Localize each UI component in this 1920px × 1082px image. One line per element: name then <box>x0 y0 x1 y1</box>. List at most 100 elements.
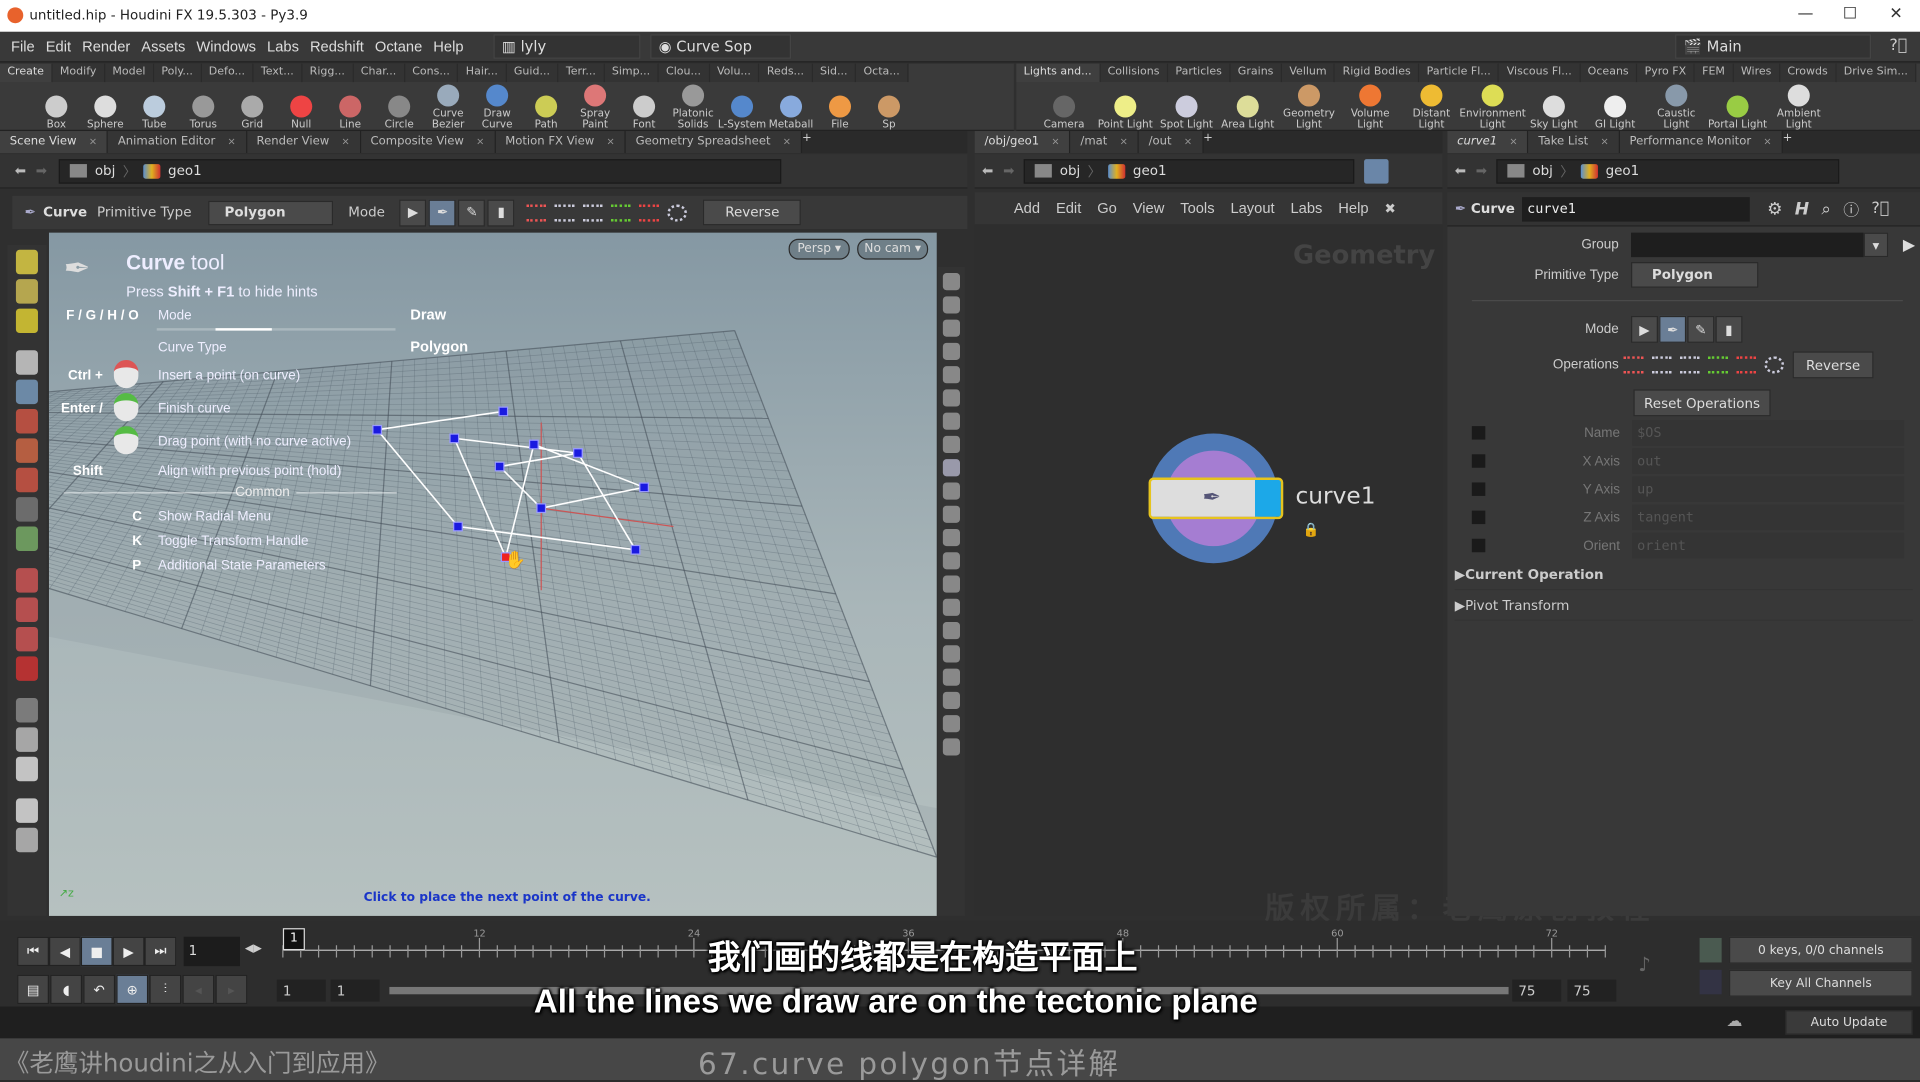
display-option-button[interactable] <box>942 715 961 733</box>
help-icon[interactable]: ?⃝ <box>1871 200 1889 218</box>
shelf-tool[interactable]: Point Light <box>1095 95 1156 132</box>
edit-mode-button[interactable]: ▮ <box>487 198 515 226</box>
attribute-toggle[interactable] <box>1471 454 1486 468</box>
pin-icon[interactable] <box>1364 158 1390 184</box>
attribute-field[interactable]: up <box>1632 476 1905 503</box>
attribute-field[interactable]: orient <box>1632 532 1905 559</box>
shelf-tab[interactable]: Char... <box>353 63 405 83</box>
curve-editor-icon[interactable] <box>1699 969 1722 995</box>
pane-tab[interactable]: /obj/geo1 × <box>974 131 1071 154</box>
shelf-tool[interactable]: Distant Light <box>1401 84 1462 131</box>
display-option-button[interactable] <box>942 389 961 407</box>
operation-icon[interactable] <box>583 203 603 222</box>
tool-button[interactable] <box>15 408 38 434</box>
tool-button[interactable] <box>15 350 38 375</box>
close-tab-icon[interactable]: × <box>342 131 350 153</box>
shelf-tab[interactable]: Octa... <box>856 63 909 83</box>
close-tab-icon[interactable]: × <box>783 131 791 153</box>
tool-button[interactable] <box>15 626 38 652</box>
display-option-button[interactable] <box>942 575 961 593</box>
shelf-tab[interactable]: Pyro FX <box>1637 63 1695 83</box>
reset-operations-button[interactable]: Reset Operations <box>1633 389 1771 417</box>
curve-point[interactable] <box>630 544 641 555</box>
tool-button[interactable] <box>15 756 38 782</box>
close-tab-icon[interactable]: × <box>476 131 484 153</box>
shelf-tool[interactable]: Sphere <box>81 95 130 132</box>
menu-redshift[interactable]: Redshift <box>310 38 364 55</box>
pane-tab[interactable]: Geometry Spreadsheet × <box>625 131 803 154</box>
operation-icon[interactable] <box>611 203 632 222</box>
display-option-button[interactable] <box>942 552 961 570</box>
operation-icon[interactable] <box>555 203 575 222</box>
reverse-button[interactable]: Reverse <box>703 199 802 226</box>
path-field[interactable]: obj 〉 geo1 <box>59 158 782 184</box>
shelf-tab[interactable]: Rigid Bodies <box>1335 63 1420 83</box>
path-field[interactable]: obj 〉 geo1 <box>1496 158 1840 184</box>
camera-menu[interactable]: No cam ▾ <box>857 238 929 260</box>
operation-icon[interactable] <box>526 203 547 222</box>
tool-button[interactable] <box>15 526 38 552</box>
shelf-tool[interactable]: Grid <box>228 95 277 132</box>
next-key-button[interactable]: ▸ <box>215 974 248 1005</box>
tool-button[interactable] <box>15 467 38 493</box>
menu-render[interactable]: Render <box>82 38 130 55</box>
curve-point[interactable] <box>453 521 463 532</box>
realtime-toggle-button[interactable]: ▤ <box>17 974 49 1005</box>
shelf-tab[interactable]: Volu... <box>709 63 760 83</box>
edit-mode-button[interactable]: ▮ <box>1715 315 1743 343</box>
shelf-tab[interactable]: Crowds <box>1779 63 1837 83</box>
draw-mode-button[interactable]: ✒ <box>1659 315 1687 343</box>
shelf-tab[interactable]: Modify <box>52 63 105 83</box>
shelf-tab[interactable]: Lights and... <box>1016 63 1101 83</box>
pane-tab[interactable]: Motion FX View × <box>495 131 626 154</box>
operation-icon[interactable] <box>1651 356 1672 374</box>
tool-button[interactable] <box>15 249 38 275</box>
display-option-button[interactable] <box>942 528 961 547</box>
shelf-tool[interactable]: Area Light <box>1217 95 1278 132</box>
tool-button[interactable] <box>15 568 38 593</box>
context-select[interactable]: ◉ Curve Sop <box>650 34 792 59</box>
close-tab-icon[interactable]: × <box>228 131 236 153</box>
shelf-tool[interactable]: Ambient Light <box>1768 84 1829 131</box>
menu-labs[interactable]: Labs <box>267 38 299 55</box>
pane-tab[interactable]: Render View × <box>246 131 361 154</box>
forward-arrow-icon[interactable]: ➡ <box>36 163 47 179</box>
shelf-tool[interactable]: Null <box>277 95 326 132</box>
primitive-type-select[interactable]: Polygon <box>1631 262 1759 288</box>
pane-tab[interactable]: /mat × <box>1070 131 1139 154</box>
curve-point[interactable] <box>639 482 649 493</box>
shelf-tool[interactable]: Camera <box>1033 95 1094 132</box>
attribute-field[interactable]: out <box>1632 448 1905 474</box>
shelf-tool[interactable]: Font <box>620 95 669 132</box>
group-dropdown[interactable]: ▾ <box>1863 232 1889 258</box>
attribute-toggle[interactable] <box>1471 510 1486 525</box>
shelf-tab[interactable]: FEM <box>1694 63 1734 83</box>
draw-mode-button[interactable]: ✒ <box>429 198 456 226</box>
shelf-tool[interactable]: Platonic Solids <box>669 84 718 131</box>
audio-scrub-icon[interactable]: ♪ <box>1638 953 1651 976</box>
end-frame-field[interactable]: 75 <box>1567 979 1617 1002</box>
attribute-toggle[interactable] <box>1471 482 1486 496</box>
display-option-button[interactable] <box>942 459 961 477</box>
shelf-tab[interactable]: Vellum <box>1282 63 1336 83</box>
network-menu-tools[interactable]: Tools <box>1180 200 1214 217</box>
shelf-tool[interactable]: Portal Light <box>1707 95 1768 132</box>
forward-arrow-icon[interactable]: ➡ <box>1003 163 1014 179</box>
current-frame-field[interactable]: 1 <box>183 936 241 967</box>
display-option-button[interactable] <box>942 505 961 523</box>
display-option-button[interactable] <box>942 482 961 500</box>
shelf-tab[interactable]: Viscous Fl... <box>1499 63 1581 83</box>
network-menu-edit[interactable]: Edit <box>1056 200 1081 217</box>
back-arrow-icon[interactable]: ⬅ <box>1455 163 1466 179</box>
attribute-toggle[interactable] <box>1471 426 1486 440</box>
shelf-tool[interactable]: Caustic Light <box>1646 84 1707 131</box>
network-menu-add[interactable]: Add <box>1014 200 1040 217</box>
operation-icon[interactable] <box>1764 356 1785 374</box>
display-option-button[interactable] <box>942 412 961 430</box>
pane-tab[interactable]: Take List × <box>1528 131 1620 154</box>
key-channels-icon[interactable] <box>1699 937 1722 963</box>
back-arrow-icon[interactable]: ⬅ <box>15 163 26 179</box>
shelf-tab[interactable]: Hair... <box>458 63 507 83</box>
close-tab-icon[interactable]: × <box>1120 131 1128 153</box>
add-tab-icon[interactable]: + <box>1203 131 1213 153</box>
